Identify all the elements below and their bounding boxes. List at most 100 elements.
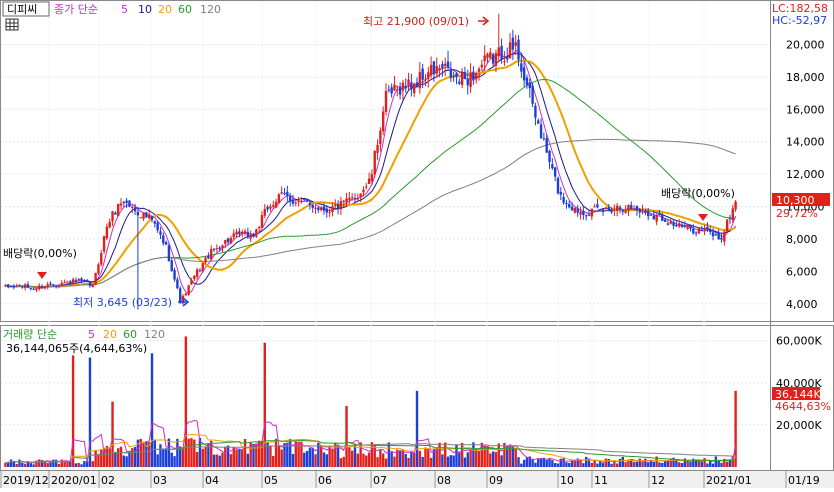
volume-bar <box>548 458 551 467</box>
table-icon[interactable] <box>5 18 19 31</box>
volume-bar <box>179 447 182 467</box>
candle-body <box>269 206 272 209</box>
candle-body <box>212 248 216 250</box>
candle-body <box>573 207 577 213</box>
candle-body <box>381 111 385 132</box>
chart-canvas[interactable]: 4,0006,0008,00010,00012,00014,00016,0001… <box>0 0 834 488</box>
candle-body <box>66 281 69 283</box>
candle-body <box>503 61 506 63</box>
volume-bar <box>246 453 250 467</box>
candle-body <box>407 79 410 87</box>
volume-bar <box>562 458 565 467</box>
volume-bar <box>181 448 185 467</box>
candle-body <box>100 253 103 265</box>
current-volume-pct: 4644,63% <box>775 400 831 413</box>
candle-body <box>246 232 250 238</box>
candle-body <box>229 238 233 244</box>
x-tick-label: 2021/01 <box>706 474 752 487</box>
volume-bar <box>615 463 619 467</box>
volume-bar <box>108 448 111 467</box>
candle-body <box>661 214 664 221</box>
volume-bar <box>551 460 554 467</box>
candle-body <box>286 191 289 196</box>
x-tick-label: 12 <box>651 474 665 487</box>
candle-body <box>494 53 498 66</box>
candle-body <box>179 288 182 303</box>
candle-body <box>80 278 83 281</box>
candle-body <box>345 198 348 203</box>
volume-bar <box>491 451 495 467</box>
x-tick-label: 2020/01 <box>51 474 97 487</box>
candle-body <box>43 286 47 289</box>
candle-body <box>379 130 382 145</box>
candle-body <box>638 208 641 213</box>
volume-bar <box>497 443 500 467</box>
candle-body <box>145 212 148 218</box>
candle-body <box>649 214 653 216</box>
x-tick-label: 01/19 <box>788 474 820 487</box>
candle-body <box>703 228 706 231</box>
volume-bar <box>553 463 557 467</box>
volume-bar <box>404 454 407 467</box>
candle-body <box>156 222 159 231</box>
candle-body <box>238 231 241 235</box>
x-tick-label: 03 <box>153 474 167 487</box>
price-tick-label: 8,000 <box>786 233 818 246</box>
candle-body <box>720 237 723 240</box>
volume-bar <box>601 463 605 467</box>
volume-bar <box>29 463 32 467</box>
candle-body <box>91 284 95 288</box>
volume-bar <box>260 440 264 467</box>
candle-body <box>486 53 489 59</box>
volume-bar <box>475 448 478 467</box>
candle-body <box>432 61 436 75</box>
volume-bar <box>356 453 360 467</box>
candle-body <box>393 84 396 91</box>
candle-body <box>40 286 44 289</box>
candle-body <box>410 82 413 90</box>
volume-bar <box>235 449 238 467</box>
candle-body <box>559 191 562 195</box>
candle-body <box>119 203 123 206</box>
candle-body <box>463 72 467 79</box>
volume-bar <box>308 448 312 467</box>
volume-bar <box>345 405 348 467</box>
candle-body <box>131 206 134 208</box>
volume-bar <box>128 450 131 467</box>
candle-body <box>444 63 447 66</box>
volume-bar <box>556 463 560 467</box>
candle-body <box>71 279 75 283</box>
legend-ma10: 10 <box>138 3 152 16</box>
candle-body <box>390 87 393 94</box>
price-tick-label: 14,000 <box>786 136 825 149</box>
candle-body <box>511 37 515 50</box>
x-tick-label: 02 <box>101 474 115 487</box>
candle-body <box>458 81 461 84</box>
candle-body <box>21 286 24 288</box>
candle-body <box>675 225 678 227</box>
volume-bar <box>274 438 278 467</box>
volume-bar <box>173 456 176 467</box>
candle-body <box>551 164 554 169</box>
candle-body <box>534 105 537 118</box>
candle-body <box>170 260 173 272</box>
volume-bar <box>212 454 216 467</box>
volume-bar <box>23 463 27 467</box>
candle-body <box>678 223 681 227</box>
volume-bar <box>215 454 219 467</box>
candle-body <box>508 42 512 58</box>
candle-body <box>466 78 469 86</box>
x-tick-label: 08 <box>437 474 451 487</box>
volume-bar <box>57 463 61 467</box>
candle-body <box>102 236 106 252</box>
candle-body <box>641 209 644 213</box>
x-tick-label: 07 <box>373 474 387 487</box>
candle-body <box>116 204 120 217</box>
volume-bar <box>675 459 678 467</box>
candle-body <box>582 211 585 216</box>
candle-body <box>280 192 283 194</box>
candle-body <box>57 285 61 287</box>
volume-legend-ma120: 120 <box>144 328 165 341</box>
candle-body <box>522 67 526 81</box>
volume-bar <box>362 453 365 467</box>
